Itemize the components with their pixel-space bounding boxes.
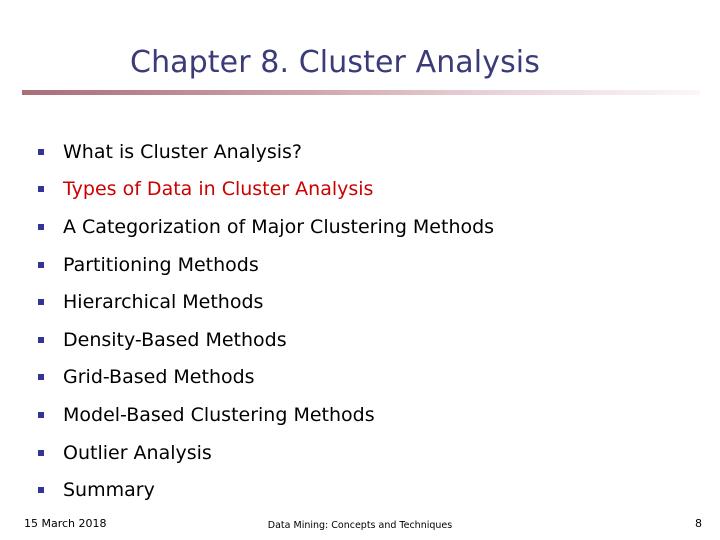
square-bullet-icon	[38, 299, 44, 306]
list-item[interactable]: Partitioning Methods	[0, 246, 720, 284]
outline-list: What is Cluster Analysis? Types of Data …	[0, 133, 720, 509]
square-bullet-icon	[38, 261, 44, 268]
footer-page-number: 8	[695, 517, 702, 530]
list-item[interactable]: Types of Data in Cluster Analysis	[0, 171, 720, 209]
square-bullet-icon	[38, 186, 44, 193]
slide-footer: 15 March 2018 Data Mining: Concepts and …	[0, 512, 720, 540]
list-item-label: Outlier Analysis	[63, 441, 212, 464]
list-item-label: Summary	[63, 479, 155, 502]
list-item-label: Types of Data in Cluster Analysis	[63, 178, 374, 201]
list-item[interactable]: Model-Based Clustering Methods	[0, 396, 720, 434]
list-item[interactable]: Density-Based Methods	[0, 321, 720, 359]
list-item-label: Grid-Based Methods	[63, 366, 255, 389]
square-bullet-icon	[38, 148, 44, 155]
list-item[interactable]: Grid-Based Methods	[0, 359, 720, 397]
square-bullet-icon	[38, 487, 44, 494]
list-item[interactable]: A Categorization of Major Clustering Met…	[0, 208, 720, 246]
page-title: Chapter 8. Cluster Analysis	[130, 45, 540, 80]
list-item-label: What is Cluster Analysis?	[63, 140, 303, 163]
square-bullet-icon	[38, 336, 44, 343]
list-item-label: Hierarchical Methods	[63, 291, 264, 314]
list-item-label: A Categorization of Major Clustering Met…	[63, 215, 495, 238]
square-bullet-icon	[38, 411, 44, 418]
title-divider-rule	[22, 90, 700, 95]
footer-book-title: Data Mining: Concepts and Techniques	[267, 520, 453, 531]
list-item[interactable]: Hierarchical Methods	[0, 283, 720, 321]
list-item-label: Density-Based Methods	[63, 328, 287, 351]
list-item[interactable]: What is Cluster Analysis?	[0, 133, 720, 171]
square-bullet-icon	[38, 223, 44, 230]
slide: Chapter 8. Cluster Analysis What is Clus…	[0, 0, 720, 540]
list-item[interactable]: Summary	[0, 471, 720, 509]
square-bullet-icon	[38, 449, 44, 456]
list-item-label: Model-Based Clustering Methods	[63, 403, 375, 426]
list-item-label: Partitioning Methods	[63, 253, 259, 276]
square-bullet-icon	[38, 374, 44, 381]
list-item[interactable]: Outlier Analysis	[0, 434, 720, 472]
